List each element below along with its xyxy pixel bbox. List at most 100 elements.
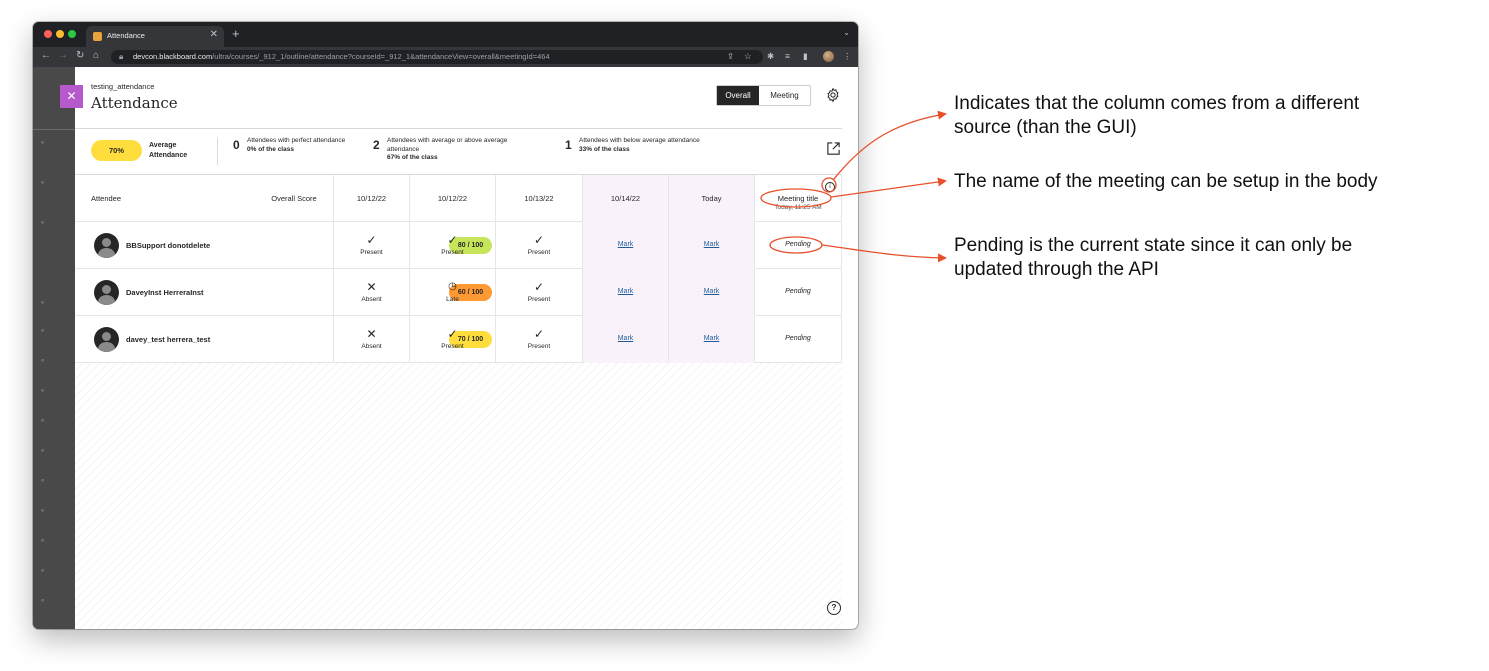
header-meeting[interactable]: i Meeting title Today, 11:25 AM (754, 175, 842, 222)
pending-status: Pending (785, 241, 811, 248)
tab-title: Attendance (107, 31, 145, 40)
menu-icon[interactable]: ⋮ (843, 51, 852, 62)
stat-percent: 33% of the class (579, 145, 630, 153)
mark-cell[interactable]: ✓ Present (409, 316, 495, 363)
absent-x-icon: ✕ (366, 327, 377, 341)
nav-document-icon[interactable]: ◦ (41, 505, 44, 515)
back-icon[interactable]: ← (41, 50, 51, 61)
home-icon[interactable]: ⌂ (93, 50, 99, 61)
avatar-head (102, 332, 111, 341)
pending-status: Pending (785, 335, 811, 342)
mark-cell[interactable]: ✕ Absent (333, 316, 409, 363)
gear-icon[interactable] (825, 87, 841, 103)
tab-meeting[interactable]: Meeting (759, 86, 810, 105)
present-check-icon: ✓ (533, 327, 545, 341)
table-row: BBSupport donotdelete 80 / 100 ✓ Present… (75, 222, 842, 269)
lms-side-navigation: ◦ ◦ ◦ ◦ ◦ ◦ ◦ ◦ ◦ ◦ ◦ ◦ ◦ ◦ (33, 67, 75, 629)
mark-link[interactable]: Mark (583, 288, 668, 295)
star-icon[interactable]: ☆ (744, 51, 752, 62)
mark-link[interactable]: Mark (669, 241, 754, 248)
meeting-time: Today, 11:25 AM (774, 204, 822, 211)
meeting-status-cell: Pending (754, 269, 842, 316)
header-date-today[interactable]: Today (668, 175, 754, 222)
export-icon[interactable] (826, 141, 841, 156)
nav-people-icon[interactable]: ◦ (41, 297, 44, 307)
nav-course-icon[interactable]: ◦ (41, 137, 44, 147)
reading-list-icon[interactable]: ≡ (785, 51, 790, 61)
nav-calendar-icon[interactable]: ◦ (41, 177, 44, 187)
header-date-label: 10/12/22 (356, 194, 387, 203)
lock-icon[interactable]: 🔒︎ (119, 52, 123, 62)
tab-search-chevron-icon[interactable]: ⌄ (843, 28, 850, 37)
extensions-icon[interactable]: ✱ (767, 51, 774, 62)
nav-gradebook-icon[interactable]: ◦ (41, 415, 44, 425)
minimize-window-button[interactable] (56, 30, 64, 38)
nav-chat-icon[interactable]: ◦ (41, 535, 44, 545)
mark-cell[interactable]: ✕ Absent (333, 269, 409, 316)
header-date[interactable]: 10/12/22 (409, 175, 495, 222)
close-window-button[interactable] (44, 30, 52, 38)
attendee-name[interactable]: davey_test herrera_test (126, 335, 210, 344)
zoom-window-button[interactable] (68, 30, 76, 38)
mark-link[interactable]: Mark (583, 241, 668, 248)
attendee-cell[interactable]: davey_test herrera_test (75, 316, 255, 363)
avatar (94, 233, 119, 258)
view-toggle: Overall Meeting (716, 85, 811, 106)
summary-divider (217, 138, 218, 165)
header-date[interactable]: 10/14/22 (582, 175, 668, 222)
header-date[interactable]: 10/12/22 (333, 175, 409, 222)
nav-check-icon[interactable]: ◦ (41, 385, 44, 395)
mark-label: Late (446, 296, 459, 303)
blackboard-favicon-icon (93, 32, 102, 41)
meeting-status-cell: Pending (754, 222, 842, 269)
new-tab-button[interactable]: + (232, 26, 240, 41)
annotation-note-pending: Pending is the current state since it ca… (954, 234, 1352, 282)
nav-messages-icon[interactable]: ◦ (41, 475, 44, 485)
note-line: The name of the meeting can be setup in … (954, 171, 1378, 192)
address-bar[interactable]: 🔒︎ devcon.blackboard.com/ultra/courses/_… (111, 50, 763, 64)
attendee-name[interactable]: DaveyInst HerreraInst (126, 288, 204, 297)
mark-label: Present (527, 296, 551, 303)
note-line: updated through the API (954, 259, 1159, 280)
close-panel-button[interactable]: ✕ (60, 85, 83, 108)
help-icon[interactable]: ? (827, 601, 841, 615)
mark-link[interactable]: Mark (669, 335, 754, 342)
pending-status: Pending (785, 288, 811, 295)
forward-icon[interactable]: → (58, 50, 68, 61)
mark-cell[interactable]: ✓ Present (495, 316, 582, 363)
nav-help-icon[interactable]: ◦ (41, 325, 44, 335)
browser-tab-attendance[interactable]: Attendance ✕ (86, 26, 224, 47)
note-line: Indicates that the column comes from a d… (954, 93, 1360, 114)
mark-cell[interactable]: ✓ Present (495, 269, 582, 316)
nav-tools-icon[interactable]: ◦ (41, 565, 44, 575)
tab-close-icon[interactable]: ✕ (210, 29, 218, 40)
mark-cell[interactable]: ✓ Present (409, 222, 495, 269)
score-cell: 60 / 100 (255, 269, 492, 316)
mark-link[interactable]: Mark (669, 288, 754, 295)
mark-cell[interactable]: ◷ Late (409, 269, 495, 316)
profile-avatar[interactable] (823, 51, 834, 62)
stat-count: 0 (233, 138, 240, 152)
attendee-cell[interactable]: BBSupport donotdelete (75, 222, 255, 269)
attendee-cell[interactable]: DaveyInst HerreraInst (75, 269, 255, 316)
attendee-name[interactable]: BBSupport donotdelete (126, 241, 210, 250)
share-icon[interactable]: ⇪ (727, 51, 734, 62)
sidebar-icon[interactable]: ▮ (803, 51, 808, 62)
reload-icon[interactable]: ↻ (76, 50, 84, 61)
tab-overall[interactable]: Overall (717, 86, 759, 105)
avatar-head (102, 238, 111, 247)
stat-description: Attendees with below average attendance … (579, 137, 719, 154)
nav-user-icon[interactable]: ◦ (41, 217, 44, 227)
nav-print-icon[interactable]: ◦ (41, 595, 44, 605)
nav-group-icon[interactable]: ◦ (41, 355, 44, 365)
info-icon[interactable]: i (825, 182, 835, 192)
meeting-status-cell: Pending (754, 316, 842, 363)
nav-lock-icon[interactable]: ◦ (41, 445, 44, 455)
mark-cell[interactable]: ✓ Present (333, 222, 409, 269)
header-date[interactable]: 10/13/22 (495, 175, 582, 222)
mark-label: Absent (361, 296, 382, 303)
header-overall-score[interactable]: Overall Score (255, 175, 333, 222)
mark-link[interactable]: Mark (583, 335, 668, 342)
screenshot-stage: Attendance ✕ + ⌄ ← → ↻ ⌂ 🔒︎ devcon.black… (0, 0, 1489, 671)
mark-cell[interactable]: ✓ Present (495, 222, 582, 269)
